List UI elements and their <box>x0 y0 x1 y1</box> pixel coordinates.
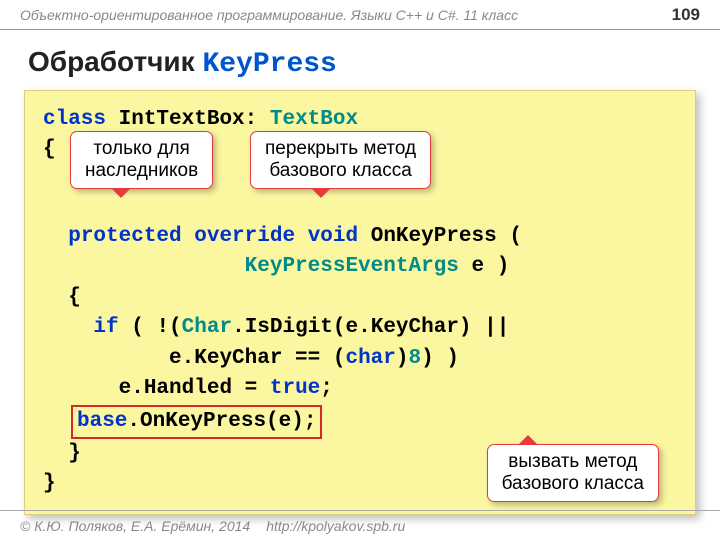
text: ( !( <box>131 316 181 339</box>
kw-void: void <box>308 225 358 248</box>
char-class: Char <box>182 316 232 339</box>
header-bar: Объектно-ориентированное программировани… <box>0 0 720 30</box>
colon: : <box>245 108 258 131</box>
code-line: base.OnKeyPress(e); <box>43 405 677 439</box>
text: ) ) <box>421 347 459 370</box>
code-line: protected override void OnKeyPress ( <box>43 222 677 252</box>
kw-char: char <box>345 347 395 370</box>
footer-url: http://kpolyakov.spb.ru <box>266 518 405 534</box>
text: e.KeyChar == ( <box>169 347 345 370</box>
semi: ; <box>320 377 333 400</box>
kw-protected: protected <box>68 225 181 248</box>
callout-protected: только длянаследников <box>70 131 213 189</box>
code-line: e.Handled = true; <box>43 374 677 404</box>
brace: { <box>68 286 81 309</box>
kw-base: base <box>77 410 127 433</box>
footer-bar: © К.Ю. Поляков, Е.А. Ерёмин, 2014 http:/… <box>0 510 720 540</box>
paren-close: ) <box>497 255 510 278</box>
kw-override: override <box>194 225 295 248</box>
course-title: Объектно-ориентированное программировани… <box>20 7 518 23</box>
arg-type: KeyPressEventArgs <box>245 255 459 278</box>
boxed-base-call: base.OnKeyPress(e); <box>71 405 322 439</box>
kw-class: class <box>43 108 106 131</box>
base-class: TextBox <box>270 108 358 131</box>
number: 8 <box>409 347 422 370</box>
kw-if: if <box>93 316 118 339</box>
text: ) <box>396 347 409 370</box>
method-name: OnKeyPress <box>371 225 497 248</box>
brace: } <box>68 442 81 465</box>
code-line: KeyPressEventArgs e ) <box>43 252 677 282</box>
page-number: 109 <box>672 5 700 25</box>
callout-override: перекрыть методбазового класса <box>250 131 431 189</box>
class-name: IntTextBox <box>119 108 245 131</box>
code-block: class IntTextBox: TextBox { protected ov… <box>24 90 696 515</box>
paren: ( <box>509 225 522 248</box>
title-text: Обработчик <box>28 46 202 77</box>
text: .IsDigit(e.KeyChar) || <box>232 316 509 339</box>
callout-base: вызвать методбазового класса <box>487 444 659 502</box>
code-line: e.KeyChar == (char)8) ) <box>43 344 677 374</box>
title-keyword: KeyPress <box>202 49 336 80</box>
arg-name: e <box>472 255 485 278</box>
copyright: © К.Ю. Поляков, Е.А. Ерёмин, 2014 <box>20 518 250 534</box>
code-line: { <box>43 283 677 313</box>
slide-title: Обработчик KeyPress <box>0 30 720 90</box>
kw-true: true <box>270 377 320 400</box>
text: .OnKeyPress(e); <box>127 410 316 433</box>
code-line: if ( !(Char.IsDigit(e.KeyChar) || <box>43 313 677 343</box>
text: e.Handled = <box>119 377 270 400</box>
